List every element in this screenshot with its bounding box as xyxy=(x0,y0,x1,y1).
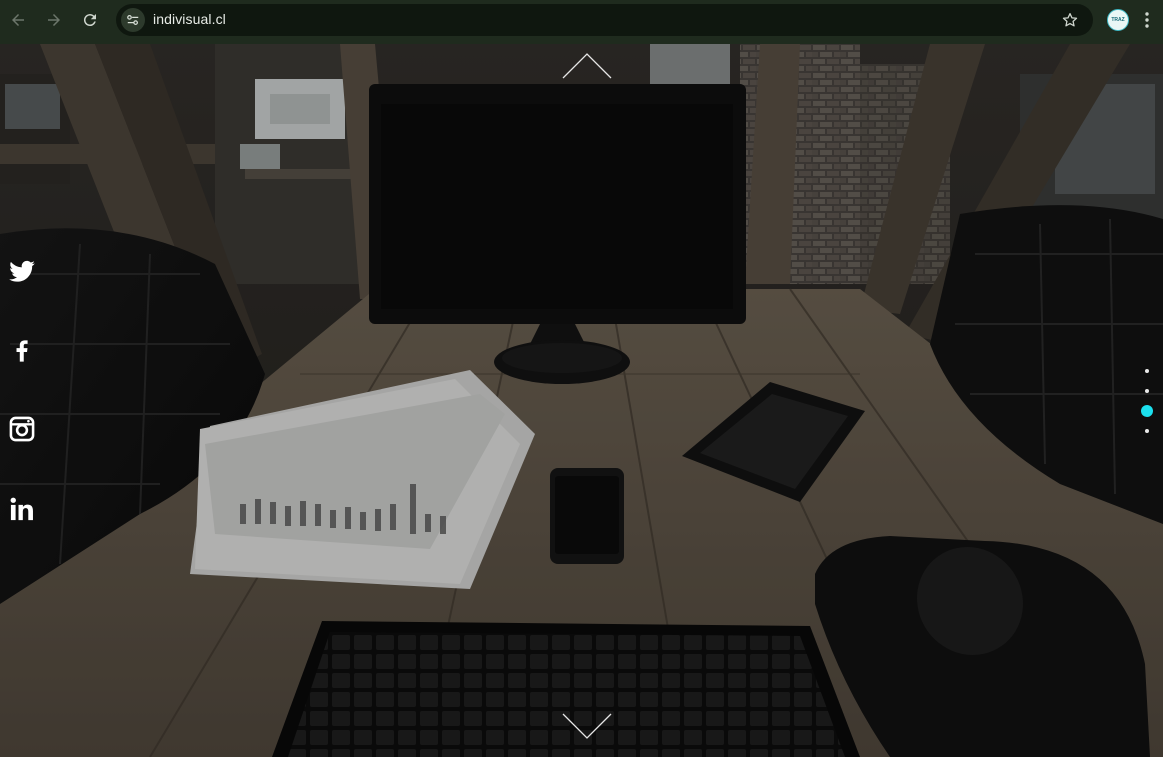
reload-button[interactable] xyxy=(78,8,102,32)
twitter-icon xyxy=(9,260,35,282)
address-bar[interactable]: indivisual.cl xyxy=(116,4,1093,36)
scroll-down-arrow-icon[interactable] xyxy=(561,712,613,740)
facebook-icon xyxy=(16,340,28,362)
scroll-up-arrow-icon[interactable] xyxy=(561,52,613,80)
browser-toolbar: indivisual.cl TRAZ xyxy=(0,0,1163,44)
instagram-link[interactable] xyxy=(6,413,38,445)
site-settings-icon xyxy=(127,15,139,25)
profile-avatar[interactable]: TRAZ xyxy=(1107,9,1129,31)
menu-dots-icon[interactable] xyxy=(1142,10,1152,30)
url-text[interactable]: indivisual.cl xyxy=(153,11,226,27)
pagination-dot[interactable] xyxy=(1145,429,1149,433)
pagination-dot-active[interactable] xyxy=(1141,405,1153,417)
forward-button[interactable] xyxy=(42,8,66,32)
linkedin-icon xyxy=(10,497,33,521)
instagram-icon xyxy=(9,416,35,442)
pagination-dot[interactable] xyxy=(1145,369,1149,373)
section-pagination xyxy=(1138,364,1156,436)
site-settings-button[interactable] xyxy=(121,8,145,32)
reload-icon xyxy=(83,14,96,27)
profile-avatar-label: TRAZ xyxy=(1111,17,1125,23)
back-arrow-icon xyxy=(12,14,24,26)
linkedin-link[interactable] xyxy=(6,493,38,525)
forward-arrow-icon xyxy=(48,14,60,26)
back-button[interactable] xyxy=(6,8,30,32)
office-desk-photo xyxy=(0,44,1163,757)
facebook-link[interactable] xyxy=(6,334,38,366)
bookmark-star-icon[interactable] xyxy=(1061,11,1079,29)
hero-section xyxy=(0,44,1163,757)
pagination-dot[interactable] xyxy=(1145,389,1149,393)
twitter-link[interactable] xyxy=(6,256,38,288)
